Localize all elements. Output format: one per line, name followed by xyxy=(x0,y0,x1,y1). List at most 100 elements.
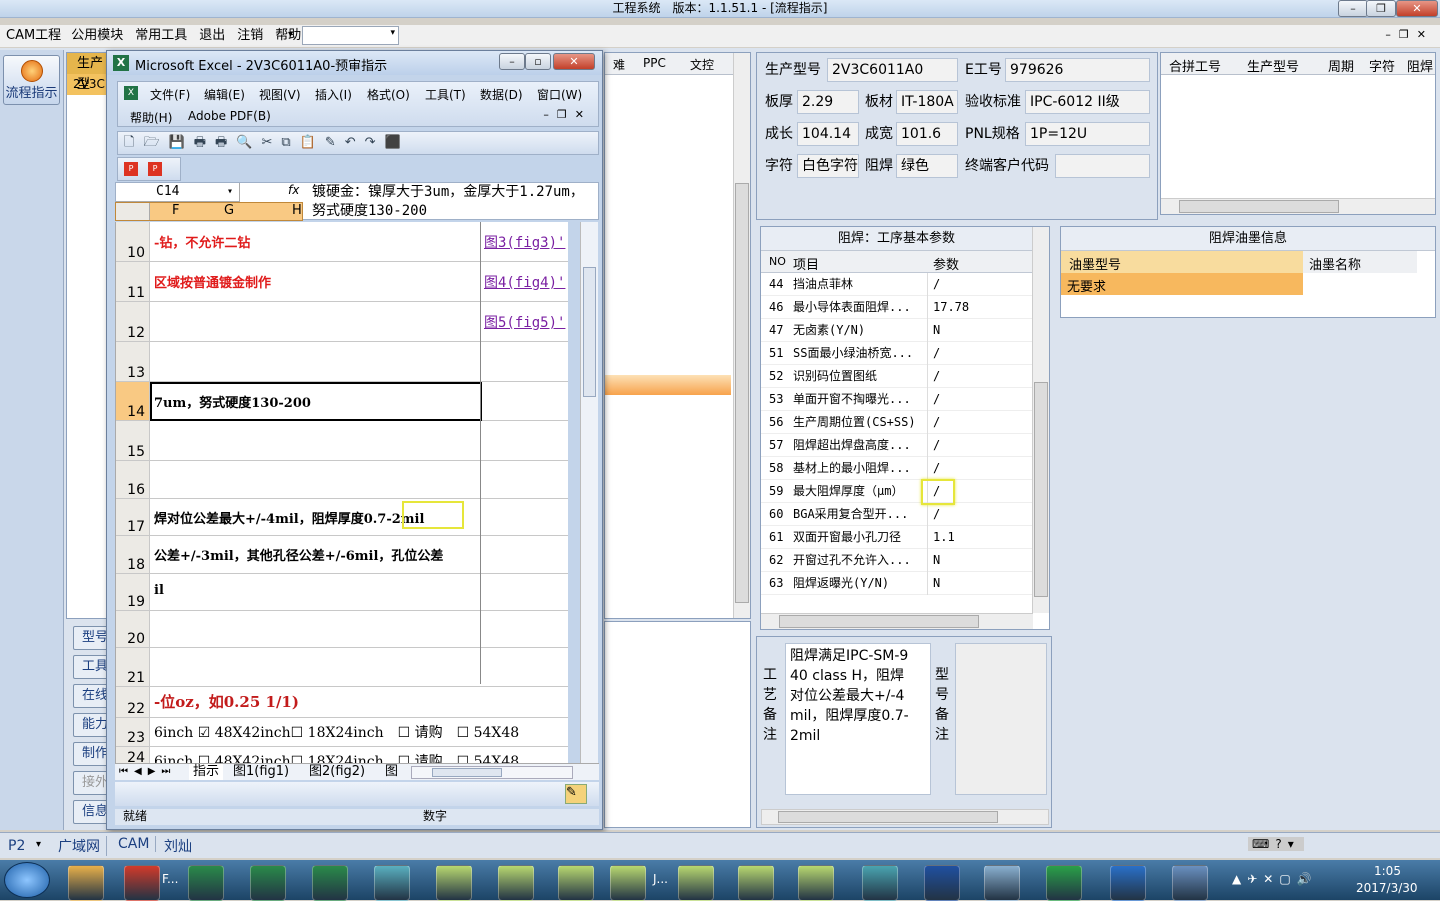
craft-text[interactable]: 阻焊满足IPC-SM-940 class H，阻焊对位公差最大+/-4mil，阻… xyxy=(785,643,931,795)
minimize-button[interactable]: – xyxy=(1338,0,1368,17)
row-number[interactable]: 10 xyxy=(116,222,150,261)
col-difficulty[interactable]: 难 xyxy=(613,56,625,73)
field-standard[interactable]: IPC-6012 II级 xyxy=(1025,90,1150,114)
excel-row[interactable]: 23 6inch ☑ 48X42inch☐ 18X24inch ☐ 请购 ☐ 54… xyxy=(116,718,568,747)
flow-button[interactable]: 流程指示 xyxy=(3,55,60,105)
excel-minimize[interactable]: – xyxy=(499,53,525,70)
cell-link[interactable]: 图4(fig4)' xyxy=(484,272,565,292)
col-doc-control[interactable]: 文控 xyxy=(690,56,714,73)
draw-icon[interactable]: ✎ xyxy=(565,784,587,804)
field-width[interactable]: 101.6 xyxy=(896,122,958,146)
params-hscroll-thumb[interactable] xyxy=(779,615,979,628)
param-row[interactable]: 58 基材上的最小阻焊... / xyxy=(761,457,1032,480)
field-pnl[interactable]: 1P=12U xyxy=(1025,122,1150,146)
excel-row[interactable]: 14 7um，努式硬度130-200 xyxy=(116,382,568,421)
col-f[interactable]: F xyxy=(172,203,179,218)
excel-menu-file[interactable]: 文件(F) xyxy=(150,86,190,103)
excel-row[interactable]: 10 -钻，不允许二钻 图3(fig3)' xyxy=(116,222,568,262)
excel-menu-adobe[interactable]: Adobe PDF(B) xyxy=(188,109,271,123)
excel-row[interactable]: 20 xyxy=(116,611,568,648)
param-row[interactable]: 56 生产周期位置(CS+SS) / xyxy=(761,411,1032,434)
col-h[interactable]: H xyxy=(292,203,302,218)
excel-row[interactable]: 19 il xyxy=(116,574,568,611)
excel-row[interactable]: 12 图5(fig5)' xyxy=(116,302,568,342)
vscroll-thumb[interactable] xyxy=(735,183,749,603)
param-row[interactable]: 53 单面开窗不掏曝光... / xyxy=(761,388,1032,411)
field-length[interactable]: 104.14 xyxy=(797,122,859,146)
field-customer[interactable] xyxy=(1055,154,1150,178)
excel-menu-tools[interactable]: 工具(T) xyxy=(425,86,466,103)
excel-maximize[interactable]: ▫ xyxy=(525,53,551,70)
excel-menu-insert[interactable]: 插入(I) xyxy=(315,86,352,103)
col-ink-type[interactable]: 油墨型号 xyxy=(1069,254,1121,273)
field-material[interactable]: IT-180A xyxy=(896,90,958,114)
col-param[interactable]: 参数 xyxy=(933,254,959,273)
param-row[interactable]: 62 开窗过孔不允许入... N xyxy=(761,549,1032,572)
excel-menu-help[interactable]: 帮助(H) xyxy=(130,109,172,126)
row-number[interactable]: 23 xyxy=(116,718,150,746)
craft-hscroll-thumb[interactable] xyxy=(778,811,998,823)
foxit-icon[interactable] xyxy=(124,865,160,901)
row-number[interactable]: 24 xyxy=(116,747,150,764)
keyboard-help-icons[interactable]: ⌨?▾ xyxy=(1248,837,1304,851)
excel-row[interactable]: 24 6inch ☐ 48X42inch☐ 18X24inch ☐ 请购 ☐ 54… xyxy=(116,747,568,764)
cam-window-icon[interactable] xyxy=(610,865,646,901)
tab-sheet-fig1[interactable]: 图1(fig1) xyxy=(231,764,291,780)
name-box[interactable]: C14 ▾ xyxy=(116,183,240,202)
col-no[interactable]: NO xyxy=(769,255,786,268)
param-row[interactable]: 63 阻焊返曝光(Y/N) N xyxy=(761,572,1032,595)
pad-icon[interactable] xyxy=(984,865,1020,901)
field-char[interactable]: 白色字符 xyxy=(797,154,859,178)
menu-common-module[interactable]: 公用模块 xyxy=(65,25,129,47)
params-vscroll-thumb[interactable] xyxy=(1034,382,1048,597)
row-number[interactable]: 15 xyxy=(116,421,150,460)
blue-f-icon[interactable] xyxy=(1110,865,1146,901)
excel-doc-controls[interactable]: –❐✕ xyxy=(543,108,592,121)
hscroll-thumb[interactable] xyxy=(1179,200,1339,213)
vscroll-thumb[interactable] xyxy=(583,267,596,397)
start-button[interactable] xyxy=(4,862,50,898)
cell-link[interactable]: 图3(fig3)' xyxy=(484,232,565,252)
cam-window-icon[interactable] xyxy=(738,865,774,901)
row-number[interactable]: 20 xyxy=(116,611,150,647)
param-row[interactable]: 47 无卤素(Y/N) N xyxy=(761,319,1032,342)
col-char[interactable]: 字符 xyxy=(1369,56,1395,75)
field-e-no[interactable]: 979626 xyxy=(1005,58,1150,82)
toolbar-icons[interactable]: 🗋🗁💾🖶🖶🔍✂⧉📋✎↶↷⬛ xyxy=(124,135,410,150)
row-number[interactable]: 16 xyxy=(116,461,150,498)
excel-menu-edit[interactable]: 编辑(E) xyxy=(204,86,245,103)
cell-text[interactable]: 区域按普通镀金制作 xyxy=(154,272,271,291)
status-p2[interactable]: P2 xyxy=(8,838,25,854)
params-vscroll[interactable] xyxy=(1032,227,1049,613)
param-row[interactable]: 44 挡油点菲林 / xyxy=(761,273,1032,296)
row-number[interactable]: 18 xyxy=(116,536,150,573)
param-row[interactable]: 61 双面开窗最小孔刀径 1.1 xyxy=(761,526,1032,549)
eye-icon[interactable] xyxy=(862,865,898,901)
selected-cell[interactable] xyxy=(150,382,482,421)
menu-logout[interactable]: 注销 xyxy=(231,25,269,47)
pdf-settings-icon[interactable]: P xyxy=(148,162,162,176)
param-row[interactable]: 46 最小导体表面阻焊... 17.78 xyxy=(761,296,1032,319)
cam-window-icon[interactable] xyxy=(558,865,594,901)
col-g[interactable]: G xyxy=(224,203,234,218)
app-icon[interactable] xyxy=(68,865,104,901)
formula-input[interactable]: 镀硬金：镍厚大于3um，金厚大于1.27um，努式硬度130-200 xyxy=(312,183,596,221)
col-ink-name[interactable]: 油墨名称 xyxy=(1309,254,1361,273)
cell-text[interactable]: 公差+/-3mil，其他孔径公差+/-6mil，孔位公差 xyxy=(154,545,443,564)
excel-row[interactable]: 16 xyxy=(116,461,568,499)
cam-window-icon[interactable] xyxy=(798,865,834,901)
tab-sheet-fig2[interactable]: 图2(fig2) xyxy=(307,764,367,780)
excel-icon[interactable] xyxy=(250,865,286,901)
sheet-hscroll[interactable] xyxy=(411,766,573,779)
corner-cell[interactable] xyxy=(116,203,150,220)
excel-menu-data[interactable]: 数据(D) xyxy=(480,86,523,103)
chevron-down-icon[interactable]: ▾ xyxy=(36,839,41,850)
menu-tools[interactable]: 常用工具 xyxy=(129,25,193,47)
col-item[interactable]: 项目 xyxy=(793,254,819,273)
pdf-icon[interactable]: P xyxy=(124,162,138,176)
col-ppc[interactable]: PPC xyxy=(643,56,666,70)
row-number[interactable]: 11 xyxy=(116,262,150,301)
row-number[interactable]: 12 xyxy=(116,302,150,341)
excel-icon[interactable] xyxy=(312,865,348,901)
status-cam[interactable]: CAM xyxy=(112,836,157,852)
